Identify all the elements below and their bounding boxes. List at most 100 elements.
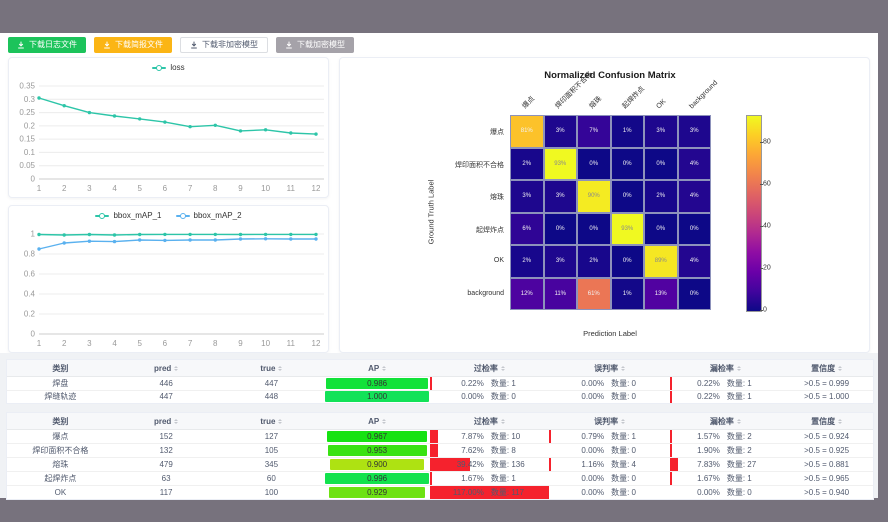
legend-item-bbox_mAP_1[interactable]: bbox_mAP_1 [95, 211, 161, 220]
sort-icon[interactable] [278, 366, 282, 371]
matrix-row-label: 焊印面积不合格 [340, 160, 504, 170]
matrix-cell-value: 11% [554, 291, 566, 297]
column-header-pred[interactable]: pred [114, 360, 219, 376]
svg-text:10: 10 [261, 339, 270, 348]
cell-ap: 0.996 [324, 472, 430, 485]
cell-cat: 爆点 [7, 430, 114, 443]
column-header-ap[interactable]: AP [324, 413, 430, 429]
sort-icon[interactable] [382, 419, 386, 424]
matrix-cell: 89% [644, 245, 678, 278]
metrics-tables: 类别predtrueAP过检率误判率漏检率置信度焊盘4464470.9860.2… [6, 359, 874, 508]
matrix-cell: 0% [644, 148, 678, 181]
sort-icon[interactable] [737, 366, 741, 371]
sort-down-icon [737, 369, 741, 371]
app-window: 下载日志文件下载简报文件下载非加密模型下载加密模型 loss 00.050.10… [0, 0, 888, 522]
cell-over: 0.22%数量: 1 [430, 377, 549, 390]
column-header-miss[interactable]: 漏检率 [670, 413, 780, 429]
sort-down-icon [501, 422, 505, 424]
matrix-cell-value: 0% [589, 226, 598, 232]
cell-conf: >0.5 = 1.000 [780, 391, 873, 404]
column-header-mis[interactable]: 误判率 [549, 413, 671, 429]
download-log-file-button[interactable]: 下载日志文件 [8, 37, 86, 53]
matrix-cell-value: 93% [554, 161, 566, 167]
rate-bar [430, 444, 438, 457]
rate-text: 0.00%数量: 0 [568, 391, 651, 402]
rate-bar [670, 444, 672, 457]
cell-pred: 63 [114, 472, 219, 485]
matrix-cell: 0% [611, 148, 645, 181]
ap-bar: 0.996 [325, 473, 428, 484]
toolbar: 下载日志文件下载简报文件下载非加密模型下载加密模型 [8, 37, 354, 53]
column-header-over[interactable]: 过检率 [430, 413, 549, 429]
column-header-over[interactable]: 过检率 [430, 360, 549, 376]
matrix-cell-value: 89% [655, 258, 667, 264]
sort-icon[interactable] [501, 419, 505, 424]
sort-icon[interactable] [621, 419, 625, 424]
matrix-cell-value: 7% [589, 128, 598, 134]
download-report-file-button[interactable]: 下载简报文件 [94, 37, 172, 53]
matrix-cell: 0% [611, 180, 645, 213]
rate-count: 数量: 136 [491, 459, 531, 470]
column-header-true[interactable]: true [219, 413, 325, 429]
sort-icon[interactable] [174, 366, 178, 371]
cell-cat: 熔珠 [7, 458, 114, 471]
svg-text:7: 7 [188, 184, 193, 193]
column-header-label: 类别 [52, 416, 68, 427]
rate-percent: 0.22% [684, 379, 720, 388]
sort-up-icon [382, 419, 386, 421]
sort-icon[interactable] [501, 366, 505, 371]
cell-true: 448 [219, 391, 325, 404]
sort-icon[interactable] [174, 419, 178, 424]
matrix-cell: 1% [611, 115, 645, 148]
sort-down-icon [382, 422, 386, 424]
column-header-true[interactable]: true [219, 360, 325, 376]
matrix-cell: 90% [577, 180, 611, 213]
cell-true: 60 [219, 472, 325, 485]
download-encrypted-model-button[interactable]: 下载加密模型 [276, 37, 354, 53]
matrix-cell-value: 0% [623, 161, 632, 167]
colorbar [746, 115, 762, 312]
rate-count: 数量: 8 [491, 445, 531, 456]
download-unencrypted-model-button[interactable]: 下载非加密模型 [180, 37, 268, 53]
sort-icon[interactable] [278, 419, 282, 424]
rate-count: 数量: 117 [491, 487, 531, 498]
matrix-cell-value: 2% [522, 258, 531, 264]
matrix-cell-value: 81% [521, 128, 533, 134]
rate-text: 0.00%数量: 0 [568, 473, 651, 484]
sort-icon[interactable] [838, 419, 842, 424]
svg-text:4: 4 [112, 339, 117, 348]
svg-text:12: 12 [312, 339, 321, 348]
svg-text:11: 11 [287, 184, 296, 193]
table-row: 焊印面积不合格1321050.9537.62%数量: 80.00%数量: 01.… [7, 444, 873, 458]
colorbar-tick-label: 40 [763, 223, 771, 230]
column-header-conf[interactable]: 置信度 [780, 413, 873, 429]
sort-icon[interactable] [382, 366, 386, 371]
rate-percent: 7.87% [448, 432, 484, 441]
column-header-pred[interactable]: pred [114, 413, 219, 429]
ap-bar: 0.986 [326, 378, 428, 389]
svg-text:5: 5 [138, 339, 143, 348]
matrix-cell-value: 0% [656, 161, 665, 167]
legend-item-bbox_mAP_2[interactable]: bbox_mAP_2 [176, 211, 242, 220]
rate-count: 数量: 0 [611, 391, 651, 402]
column-header-conf[interactable]: 置信度 [780, 360, 873, 376]
rate-percent: 1.67% [684, 474, 720, 483]
cell-pred: 479 [114, 458, 219, 471]
column-header-mis[interactable]: 误判率 [549, 360, 671, 376]
matrix-cell-value: 3% [556, 193, 565, 199]
column-header-ap[interactable]: AP [324, 360, 430, 376]
svg-text:0.15: 0.15 [19, 135, 35, 144]
svg-text:7: 7 [188, 339, 193, 348]
cell-pred: 132 [114, 444, 219, 457]
svg-text:5: 5 [138, 184, 143, 193]
download-icon [285, 41, 293, 49]
rate-count: 数量: 0 [611, 473, 651, 484]
ap-bar: 0.929 [329, 487, 425, 498]
matrix-column-label: OK [655, 98, 668, 111]
sort-icon[interactable] [838, 366, 842, 371]
column-header-miss[interactable]: 漏检率 [670, 360, 780, 376]
sort-icon[interactable] [621, 366, 625, 371]
sort-up-icon [501, 366, 505, 368]
sort-icon[interactable] [737, 419, 741, 424]
legend-item-loss[interactable]: loss [152, 63, 184, 72]
